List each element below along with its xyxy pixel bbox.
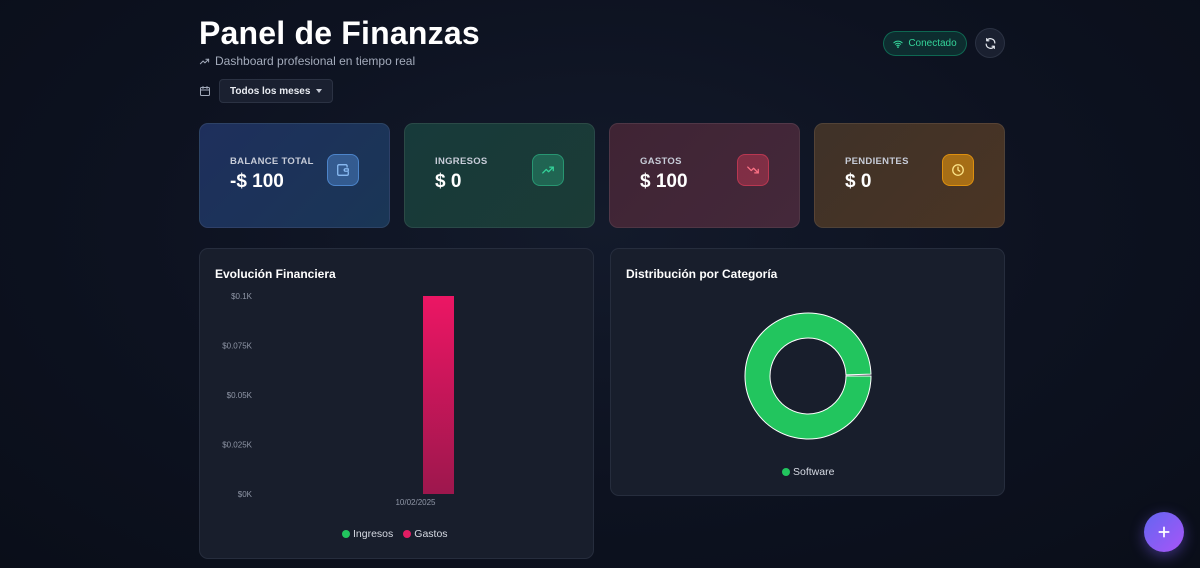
y-tick-label: $0.05K [227,391,253,400]
evolution-legend: Ingresos Gastos [342,528,448,540]
legend-item-gastos[interactable]: Gastos [403,528,448,540]
distribution-legend: Software [782,466,834,478]
subtitle-text: Dashboard profesional en tiempo real [215,54,416,68]
wifi-icon [893,40,903,48]
card-label: INGRESOS [435,156,488,167]
card-label: PENDIENTES [845,156,909,167]
evolution-chart-panel: Evolución Financiera $0K $0.025K $0.05K $0.… [199,248,594,559]
refresh-icon [985,37,995,49]
card-value: $ 0 [435,171,462,192]
plus-icon [1158,526,1170,538]
month-select[interactable]: Todos los meses [219,79,333,103]
evolution-bar-chart: $0K $0.025K $0.05K $0.075K $0.1K 10/02/2025 [222,292,454,507]
legend-item-ingresos[interactable]: Ingresos [342,528,393,540]
balance-total-card: BALANCE TOTAL -$ 100 [199,123,390,228]
trending-up-icon [532,154,564,186]
y-tick-label: $0.075K [222,342,252,351]
refresh-button[interactable] [975,28,1005,58]
distribution-chart-panel: Distribución por Categoría Software [610,248,1005,496]
card-label: GASTOS [640,156,682,167]
period-filter: Todos los meses [199,79,333,103]
calendar-icon [199,85,211,97]
legend-label-gastos: Gastos [414,528,448,540]
donut-slice-software[interactable] [744,312,872,440]
legend-dot-gastos [403,530,412,538]
clock-icon [942,154,974,186]
x-tick-label: 10/02/2025 [395,498,436,507]
bar-gastos[interactable] [423,296,454,494]
pendientes-card: PENDIENTES $ 0 [814,123,1005,228]
card-value: $ 0 [845,171,872,192]
ingresos-card: INGRESOS $ 0 [404,123,595,228]
legend-label-ingresos: Ingresos [353,528,394,540]
y-tick-label: $0.1K [231,292,253,301]
trending-up-icon [199,58,210,64]
card-value: -$ 100 [230,171,284,192]
legend-label-software: Software [793,466,835,478]
month-select-value: Todos los meses [230,85,311,97]
y-tick-label: $0K [238,490,253,499]
legend-dot-software [782,468,790,476]
add-transaction-button[interactable] [1144,512,1184,552]
page-title: Panel de Finanzas [199,15,480,51]
page-subtitle: Dashboard profesional en tiempo real [199,54,415,68]
connection-status-badge: Conectado [883,31,967,56]
category-donut-chart [744,312,872,440]
chevron-down-icon [316,89,322,93]
legend-dot-ingresos [342,530,350,538]
wallet-icon [327,154,359,186]
y-tick-label: $0.025K [222,441,252,450]
gastos-card: GASTOS $ 100 [609,123,800,228]
card-value: $ 100 [640,171,688,192]
card-label: BALANCE TOTAL [230,156,314,167]
trending-down-icon [737,154,769,186]
legend-item-software[interactable]: Software [782,466,834,478]
connection-status-label: Conectado [908,38,957,49]
